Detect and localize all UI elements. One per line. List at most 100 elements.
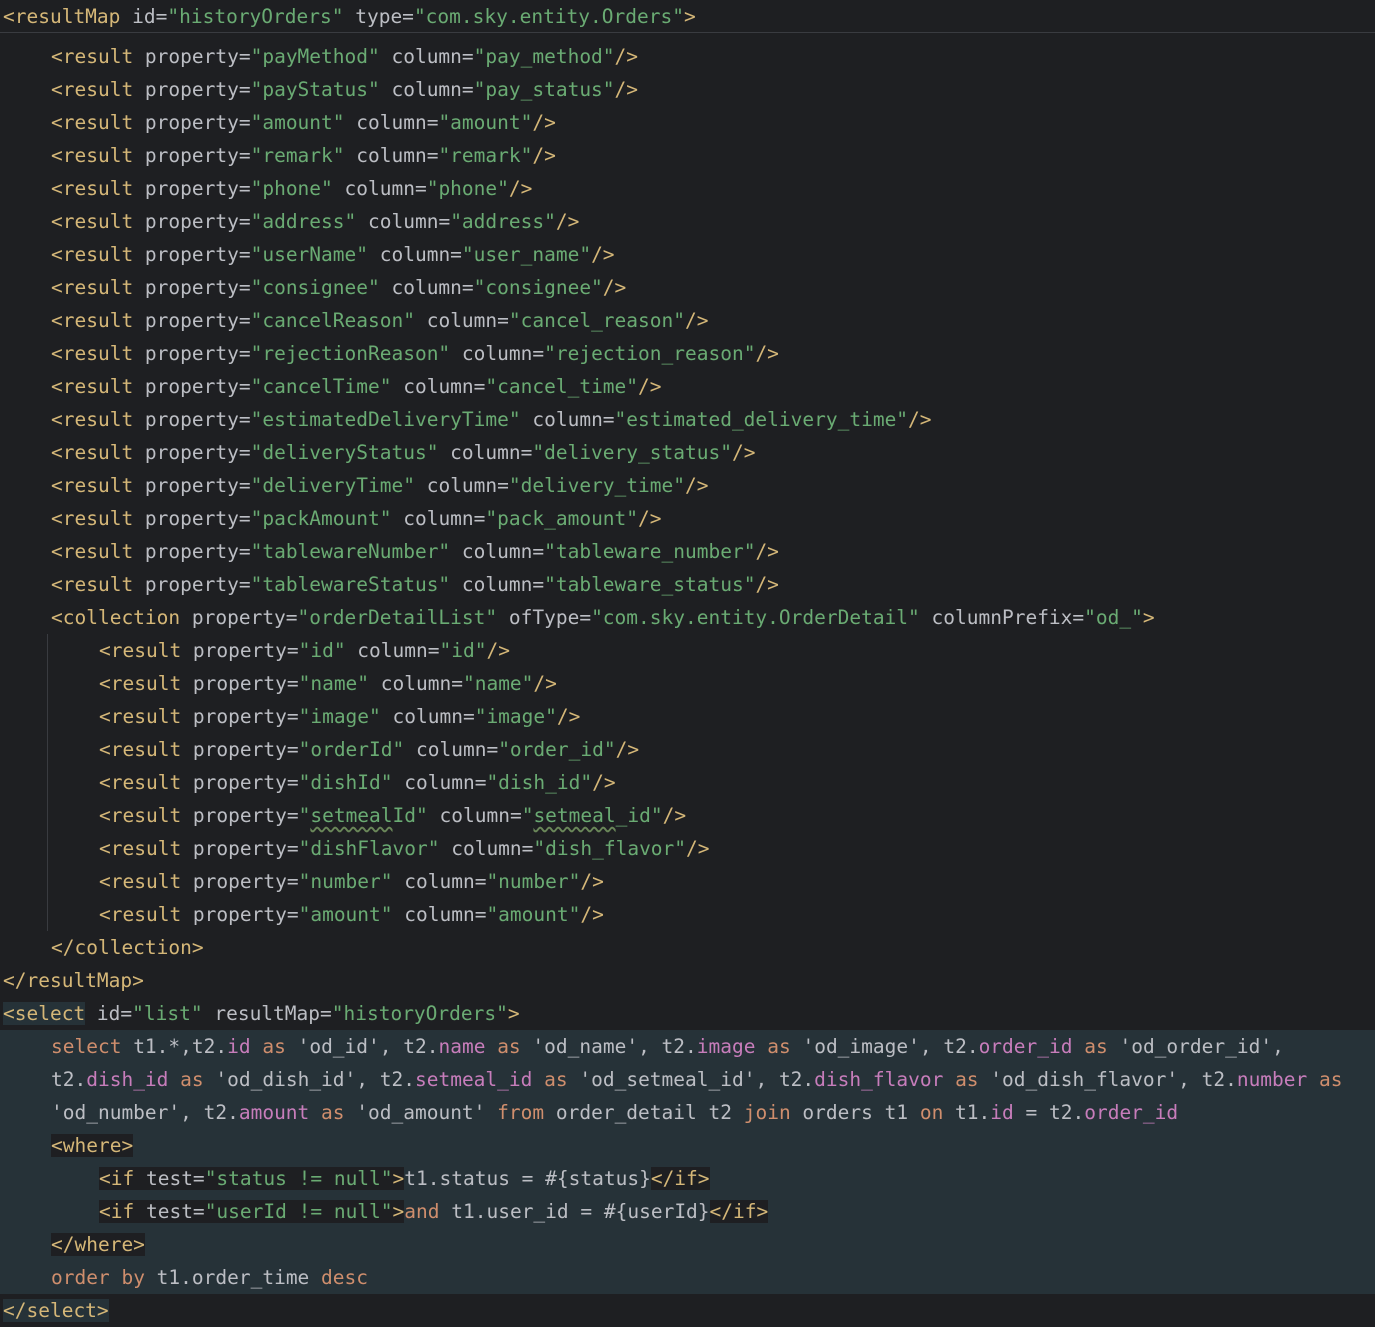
result-line[interactable]: <result property="setmealId" column="set… (0, 799, 1375, 832)
result-line[interactable]: <result property="name" column="name"/> (0, 667, 1375, 700)
if-status-line[interactable]: <if test="status != null">t1.status = #{… (0, 1162, 1375, 1195)
resultmap-close-line[interactable]: </resultMap> (0, 964, 1375, 997)
attr-column: column= (427, 804, 522, 827)
property-value: "amount" (250, 111, 345, 134)
result-line[interactable]: <result property="id" column="id"/> (0, 634, 1375, 667)
sql-line-3[interactable]: 'od_number', t2.amount as 'od_amount' fr… (0, 1096, 1375, 1129)
sql-text: 'od_order_id', (1107, 1035, 1284, 1058)
column-value: "id" (439, 639, 487, 662)
typo-word: setmeal (533, 804, 616, 827)
result-line[interactable]: <result property="dishId" column="dish_i… (0, 766, 1375, 799)
result-tag: <result (51, 507, 134, 530)
result-tag: <result (51, 408, 134, 431)
result-tag: <result (51, 111, 134, 134)
result-line[interactable]: <result property="rejectionReason" colum… (0, 337, 1375, 370)
attr-property: property= (133, 573, 251, 596)
result-line[interactable]: <result property="consignee" column="con… (0, 271, 1375, 304)
sql-keyword-by: by (121, 1266, 145, 1289)
sql-keyword: as (497, 1035, 521, 1058)
result-line[interactable]: <result property="payStatus" column="pay… (0, 73, 1375, 106)
collection-close-line[interactable]: </collection> (0, 931, 1375, 964)
result-line[interactable]: <result property="image" column="image"/… (0, 700, 1375, 733)
self-close: /> (755, 573, 779, 596)
attr-column-prefix: columnPrefix= (919, 606, 1085, 629)
result-line[interactable]: <result property="tablewareNumber" colum… (0, 535, 1375, 568)
self-close: /> (614, 78, 639, 101)
result-line[interactable]: <result property="remark" column="remark… (0, 139, 1375, 172)
sql-text: 'od_setmeal_id', t2. (567, 1068, 815, 1091)
self-close: /> (580, 903, 604, 926)
self-close: /> (638, 375, 662, 398)
result-line[interactable]: <result property="estimatedDeliveryTime"… (0, 403, 1375, 436)
result-line[interactable]: <result property="deliveryTime" column="… (0, 469, 1375, 502)
column-value: "address" (450, 210, 556, 233)
attr-property: property= (133, 309, 251, 332)
result-line[interactable]: <result property="amount" column="amount… (0, 106, 1375, 139)
result-line[interactable]: <result property="orderId" column="order… (0, 733, 1375, 766)
collection-open-tag: <collection (51, 606, 181, 629)
result-line[interactable]: <result property="tablewareStatus" colum… (0, 568, 1375, 601)
column-value: "estimated_delivery_time" (614, 408, 909, 431)
property-value: "dishFlavor" (298, 837, 440, 860)
typo-word: setmeal (310, 804, 393, 827)
result-line[interactable]: <result property="address" column="addre… (0, 205, 1375, 238)
self-close: /> (662, 804, 687, 827)
attr-column: column= (332, 177, 427, 200)
attr-property: property= (133, 441, 251, 464)
column-value: "name" (462, 672, 534, 695)
select-close-line[interactable]: </select> (0, 1294, 1375, 1327)
sql-text: t2. (51, 1068, 87, 1091)
result-line[interactable]: <result property="dishFlavor" column="di… (0, 832, 1375, 865)
tag-close: > (507, 1002, 520, 1025)
attr-property: property= (133, 474, 251, 497)
where-open-line[interactable]: <where> (0, 1129, 1375, 1162)
if-open-tag: <if (99, 1167, 135, 1190)
if-userid-line[interactable]: <if test="userId != null">and t1.user_id… (0, 1195, 1375, 1228)
collection-close-tag: </collection> (51, 936, 204, 959)
result-line[interactable]: <result property="phone" column="phone"/… (0, 172, 1375, 205)
result-tag: <result (51, 78, 134, 101)
attr-column: column= (414, 309, 509, 332)
tag-close: > (392, 1200, 405, 1223)
select-open-tag: <select (3, 1002, 86, 1025)
self-close: /> (486, 639, 510, 662)
if-open-tag: <if (99, 1200, 135, 1223)
attr-column: column= (345, 639, 440, 662)
result-line[interactable]: <result property="number" column="number… (0, 865, 1375, 898)
property-value: "orderId" (298, 738, 405, 761)
sql-keyword: as (180, 1068, 204, 1091)
where-close-tag: </where> (51, 1233, 145, 1256)
where-close-line[interactable]: </where> (0, 1228, 1375, 1261)
sql-line-2[interactable]: t2.dish_id as 'od_dish_id', t2.setmeal_i… (0, 1063, 1375, 1096)
result-line[interactable]: <result property="amount" column="amount… (0, 898, 1375, 931)
result-line[interactable]: <result property="deliveryStatus" column… (0, 436, 1375, 469)
attr-property: property= (181, 903, 299, 926)
tag-close: > (1142, 606, 1155, 629)
column-value: "image" (474, 705, 557, 728)
attr-property: property= (181, 738, 299, 761)
result-tag: <result (51, 243, 134, 266)
attr-column: column= (414, 474, 509, 497)
column-value: "user_name" (461, 243, 592, 266)
result-line[interactable]: <result property="payMethod" column="pay… (0, 40, 1375, 73)
attr-id: id= (85, 1002, 133, 1025)
order-by-line[interactable]: order by t1.order_time desc (0, 1261, 1375, 1294)
sticky-header-line[interactable]: <resultMap id="historyOrders" type="com.… (0, 0, 1375, 33)
collection-open-line[interactable]: <collection property="orderDetailList" o… (0, 601, 1375, 634)
result-line[interactable]: <result property="packAmount" column="pa… (0, 502, 1375, 535)
self-close: /> (556, 705, 581, 728)
code-editor[interactable]: <resultMap id="historyOrders" type="com.… (0, 0, 1375, 1325)
attr-column: column= (379, 78, 474, 101)
result-line[interactable]: <result property="cancelTime" column="ca… (0, 370, 1375, 403)
attr-property: property= (180, 606, 298, 629)
sql-line-1[interactable]: select t1.*,t2.id as 'od_id', t2.name as… (0, 1030, 1375, 1063)
sql-text: 'od_image', t2. (790, 1035, 979, 1058)
result-line[interactable]: <result property="userName" column="user… (0, 238, 1375, 271)
select-open-line[interactable]: <select id="list" resultMap="historyOrde… (0, 997, 1375, 1030)
attr-oftype: ofType= (497, 606, 592, 629)
sql-keyword: on (919, 1101, 944, 1124)
sql-text: t1. (943, 1101, 991, 1124)
result-line[interactable]: <result property="cancelReason" column="… (0, 304, 1375, 337)
resultmap-type-value: "com.sky.entity.Orders" (413, 5, 684, 28)
